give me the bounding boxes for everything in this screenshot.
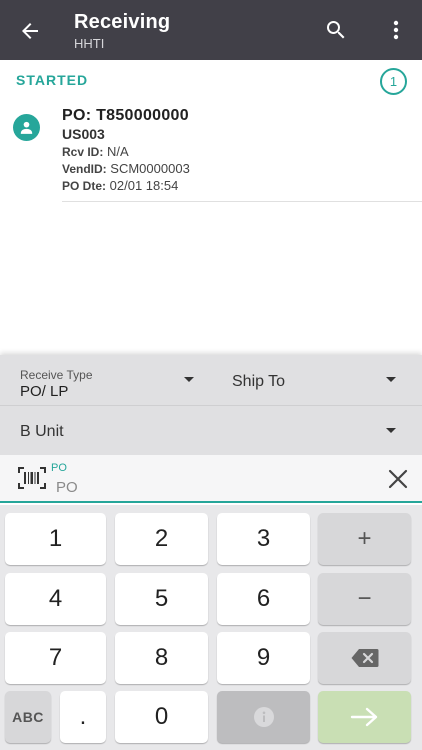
chevron-down-icon [386, 377, 396, 382]
vend-id-row: VendID: SCM0000003 [62, 161, 190, 176]
app-bar: Receiving HHTI [0, 0, 422, 60]
count-badge: 1 [380, 68, 407, 95]
divider [62, 201, 422, 202]
po-field-label: PO [51, 462, 67, 474]
page-title: Receiving [74, 11, 171, 33]
key-decimal[interactable]: . [60, 691, 106, 743]
po-input[interactable] [50, 476, 350, 498]
rcv-id-row: Rcv ID: N/A [62, 144, 129, 159]
key-2[interactable]: 2 [115, 513, 208, 565]
chevron-down-icon [184, 377, 194, 382]
filter-row: Receive Type PO/ LP Ship To [0, 355, 422, 405]
vend-id-label: VendID: [62, 162, 107, 176]
receive-type-dropdown[interactable]: Receive Type PO/ LP [0, 355, 211, 405]
key-5[interactable]: 5 [115, 573, 208, 625]
entry-panel: Receive Type PO/ LP Ship To B Unit PO PO… [0, 355, 422, 750]
key-0[interactable]: 0 [115, 691, 208, 743]
key-minus[interactable]: − [318, 573, 411, 625]
arrow-right-icon [350, 707, 377, 727]
po-date-label: PO Dte: [62, 179, 107, 193]
receive-type-label: Receive Type [20, 368, 93, 382]
backspace-icon [351, 649, 378, 667]
key-plus[interactable]: + [318, 513, 411, 565]
po-scan-field: PO [0, 455, 422, 503]
page-subtitle: HHTI [74, 36, 105, 51]
key-3[interactable]: 3 [217, 513, 310, 565]
key-abc[interactable]: ABC [5, 691, 51, 743]
info-button[interactable] [217, 691, 310, 743]
key-7[interactable]: 7 [5, 632, 106, 684]
key-9[interactable]: 9 [217, 632, 310, 684]
enter-button[interactable] [318, 691, 411, 743]
receive-type-value: PO/ LP [20, 383, 69, 400]
more-vert-icon[interactable] [382, 14, 410, 46]
section-header: STARTED [16, 72, 89, 88]
close-icon[interactable] [386, 467, 410, 491]
rcv-id-value: N/A [106, 144, 129, 159]
rcv-id-label: Rcv ID: [62, 145, 104, 159]
info-icon [253, 707, 274, 727]
key-1[interactable]: 1 [5, 513, 106, 565]
po-number: PO: T850000000 [62, 107, 189, 124]
barcode-scan-icon[interactable] [18, 467, 46, 489]
ship-to-dropdown[interactable]: Ship To [211, 355, 422, 405]
numeric-keypad: 1 2 3 + 4 5 6 − 7 8 9 ABC . 0 [0, 505, 422, 750]
b-unit-dropdown[interactable]: B Unit [0, 405, 422, 455]
backspace-button[interactable] [318, 632, 411, 684]
key-6[interactable]: 6 [217, 573, 310, 625]
business-unit: US003 [62, 126, 105, 142]
person-icon [13, 114, 40, 141]
b-unit-label: B Unit [20, 423, 64, 440]
list-item[interactable]: PO: T850000000 US003 Rcv ID: N/A VendID:… [0, 100, 422, 202]
ship-to-label: Ship To [232, 373, 286, 390]
po-date-value: 02/01 18:54 [109, 178, 179, 193]
vend-id-value: SCM0000003 [110, 161, 190, 176]
arrow-left-icon[interactable] [14, 15, 46, 47]
chevron-down-icon [386, 428, 396, 433]
key-8[interactable]: 8 [115, 632, 208, 684]
key-4[interactable]: 4 [5, 573, 106, 625]
po-date-row: PO Dte: 02/01 18:54 [62, 178, 178, 193]
search-icon[interactable] [320, 14, 352, 46]
